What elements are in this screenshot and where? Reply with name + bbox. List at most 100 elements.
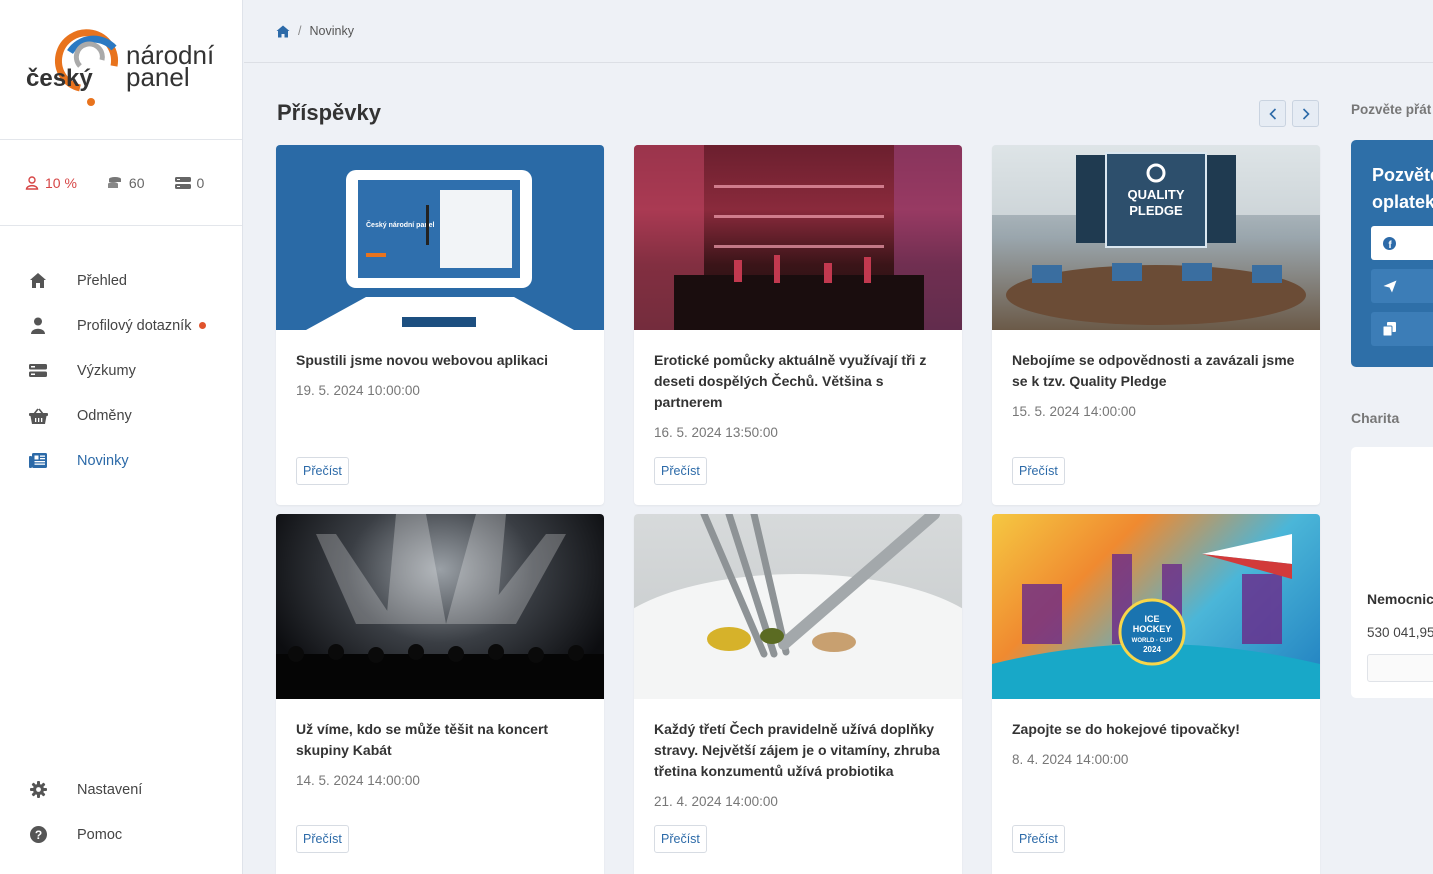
post-card[interactable]: ICE HOCKEY WORLD · CUP 2024 Zapojte se d…: [992, 514, 1320, 874]
nav-item-vyzkumy[interactable]: Výzkumy: [0, 348, 243, 393]
points-stat[interactable]: 60: [107, 175, 145, 191]
post-title[interactable]: Každý třetí Čech pravidelně užívá doplňk…: [654, 719, 942, 782]
charity-amount: 530 041,95: [1367, 625, 1433, 640]
post-date: 16. 5. 2024 13:50:00: [654, 425, 778, 440]
basket-icon: [28, 406, 48, 426]
nav-item-nastaveni[interactable]: Nastavení: [0, 767, 243, 812]
breadcrumb-current: Novinky: [309, 24, 354, 38]
post-image: [276, 514, 604, 699]
post-date: 8. 4. 2024 14:00:00: [1012, 752, 1129, 767]
post-date: 15. 5. 2024 14:00:00: [1012, 404, 1136, 419]
invite-section-label: Pozvěte přát: [1351, 102, 1432, 117]
nav-item-profilovy-dotaznik[interactable]: Profilový dotazník: [0, 303, 243, 348]
post-title[interactable]: Zapojte se do hokejové tipovačky!: [1012, 719, 1300, 740]
gear-icon: [28, 780, 48, 800]
svg-text:ICE: ICE: [1144, 614, 1159, 624]
home-icon[interactable]: [276, 25, 290, 38]
main-nav: Přehled Profilový dotazník Výzkumy Odměn…: [0, 258, 243, 483]
post-image: Český národní panel: [276, 145, 604, 330]
post-image: ICE HOCKEY WORLD · CUP 2024: [992, 514, 1320, 699]
home-icon: [28, 271, 48, 291]
svg-text:český: český: [26, 65, 93, 92]
svg-text:panel: panel: [126, 62, 190, 92]
profile-completion-stat[interactable]: 10 %: [25, 175, 77, 191]
post-image: [634, 145, 962, 330]
charity-section-label: Charita: [1351, 410, 1400, 426]
nav-label: Odměny: [77, 407, 132, 424]
copy-link-button[interactable]: [1371, 312, 1433, 346]
nav-label: Nastavení: [77, 781, 143, 798]
surveys-icon: [174, 176, 191, 189]
surveys-stat[interactable]: 0: [174, 174, 205, 191]
breadcrumb-separator: /: [298, 24, 302, 38]
charity-name: Nemocnic: [1367, 591, 1433, 607]
nav-item-pomoc[interactable]: ? Pomoc: [0, 812, 243, 857]
facebook-share-button[interactable]: f: [1371, 226, 1433, 260]
nav-label: Přehled: [77, 272, 127, 289]
read-button[interactable]: Přečíst: [1012, 825, 1065, 853]
surveys-value: 0: [196, 174, 205, 191]
read-button[interactable]: Přečíst: [654, 825, 707, 853]
charity-card: Nemocnic 530 041,95: [1351, 447, 1433, 698]
post-card[interactable]: Český národní panel Spustili jsme novou …: [276, 145, 604, 505]
invite-card: Pozvěte oplatek f: [1351, 140, 1433, 367]
send-share-button[interactable]: [1371, 269, 1433, 303]
breadcrumb: / Novinky: [244, 0, 1433, 63]
svg-text:HOCKEY: HOCKEY: [1133, 624, 1172, 634]
post-title[interactable]: Erotické pomůcky aktuálně využívají tři …: [654, 350, 942, 413]
facebook-icon: f: [1383, 236, 1396, 250]
chevron-left-icon: [1268, 107, 1276, 120]
svg-text:Český národní panel: Český národní panel: [366, 220, 435, 229]
nav-label: Profilový dotazník: [77, 317, 192, 334]
read-button[interactable]: Přečíst: [1012, 457, 1065, 485]
prev-button[interactable]: [1259, 100, 1286, 127]
user-icon: [25, 175, 39, 190]
svg-text:?: ?: [34, 828, 41, 842]
chevron-right-icon: [1302, 107, 1310, 120]
post-date: 14. 5. 2024 14:00:00: [296, 773, 420, 788]
post-image: QUALITY PLEDGE: [992, 145, 1320, 330]
paper-plane-icon: [1383, 280, 1397, 292]
read-button[interactable]: Přečíst: [654, 457, 707, 485]
svg-text:PLEDGE: PLEDGE: [1129, 203, 1183, 218]
svg-text:QUALITY: QUALITY: [1127, 187, 1184, 202]
post-title[interactable]: Spustili jsme novou webovou aplikaci: [296, 350, 584, 371]
surveys-icon: [28, 361, 48, 381]
post-card[interactable]: Každý třetí Čech pravidelně užívá doplňk…: [634, 514, 962, 874]
user-icon: [28, 316, 48, 336]
profile-percent: 10 %: [45, 174, 77, 191]
post-date: 21. 4. 2024 14:00:00: [654, 794, 778, 809]
carousel-controls: [1259, 100, 1319, 127]
points-value: 60: [128, 174, 145, 191]
read-button[interactable]: Přečíst: [296, 457, 349, 485]
nav-item-prehled[interactable]: Přehled: [0, 258, 243, 303]
nav-label: Pomoc: [77, 826, 123, 843]
notification-dot: [199, 322, 207, 329]
nav-label: Novinky: [77, 452, 129, 469]
page-title: Příspěvky: [277, 100, 381, 125]
brand-logo: český národní panel: [26, 29, 215, 106]
post-date: 19. 5. 2024 10:00:00: [296, 383, 420, 398]
post-title[interactable]: Už víme, kdo se může těšit na koncert sk…: [296, 719, 584, 761]
newspaper-icon: [28, 451, 48, 471]
post-image: [634, 514, 962, 699]
next-button[interactable]: [1292, 100, 1319, 127]
post-card[interactable]: Už víme, kdo se může těšit na koncert sk…: [276, 514, 604, 874]
coins-icon: [107, 176, 121, 188]
charity-donate-field[interactable]: [1367, 654, 1433, 682]
post-card[interactable]: QUALITY PLEDGE Nebojíme se odpovědnosti …: [992, 145, 1320, 505]
sidebar: český národní panel 10 % 60 0 Přehled Pr…: [0, 0, 243, 874]
svg-text:2024: 2024: [1143, 645, 1161, 654]
post-card[interactable]: Erotické pomůcky aktuálně využívají tři …: [634, 145, 962, 505]
copy-icon: [1383, 322, 1396, 336]
nav-item-novinky[interactable]: Novinky: [0, 438, 243, 483]
user-stats: 10 % 60 0: [0, 140, 242, 226]
bottom-nav: Nastavení ? Pomoc: [0, 767, 243, 857]
logo[interactable]: český národní panel: [0, 0, 242, 140]
read-button[interactable]: Přečíst: [296, 825, 349, 853]
svg-text:WORLD · CUP: WORLD · CUP: [1132, 638, 1173, 644]
invite-title: Pozvěte oplatek: [1372, 165, 1433, 212]
nav-item-odmeny[interactable]: Odměny: [0, 393, 243, 438]
help-icon: ?: [28, 825, 48, 845]
post-title[interactable]: Nebojíme se odpovědnosti a zavázali jsme…: [1012, 350, 1300, 392]
